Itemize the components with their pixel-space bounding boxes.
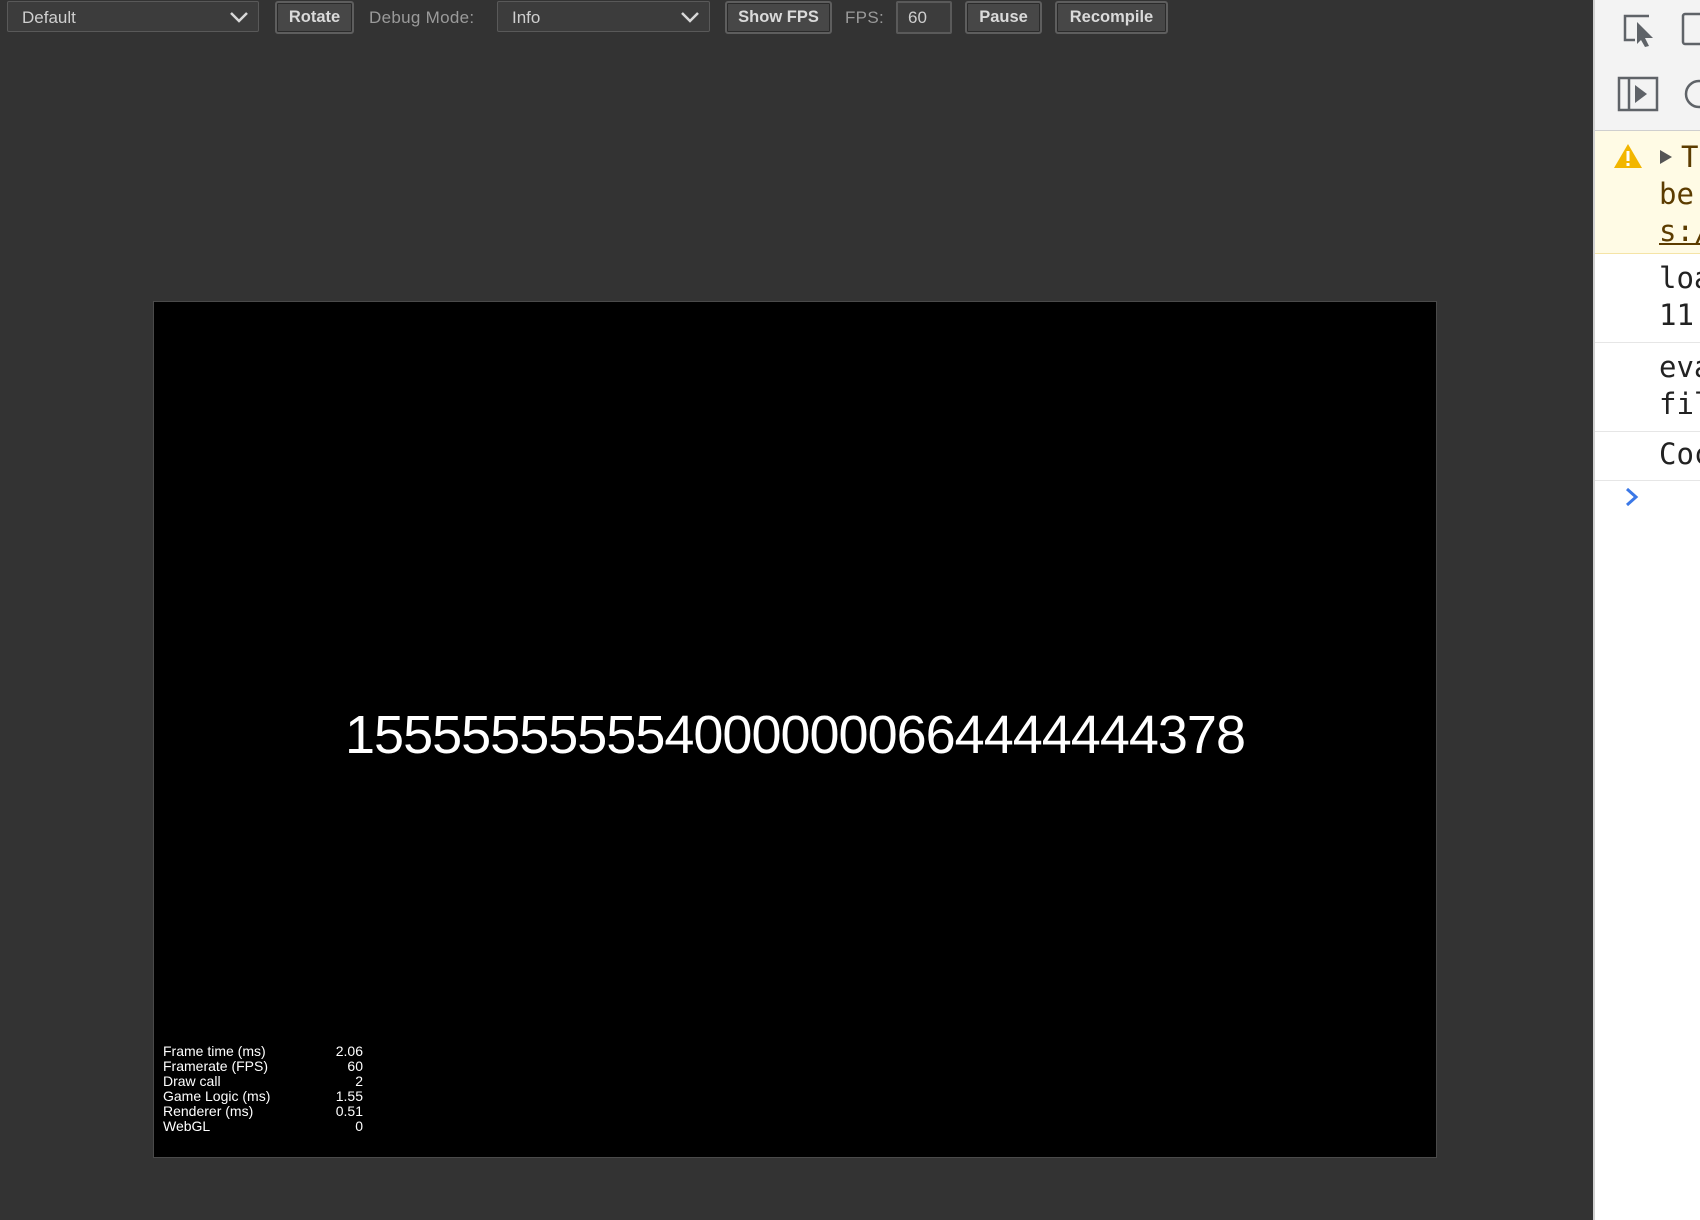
app-window: Default Rotate Debug Mode: Info Show FPS… [0,0,1700,1220]
sidebar-toggle-icon[interactable] [1617,76,1659,112]
recompile-button[interactable]: Recompile [1055,1,1168,34]
stat-value: 2.06 [335,1043,363,1059]
debug-mode-select-value: Info [512,8,541,27]
stat-row: WebGL 0 [163,1119,363,1134]
stat-label: Renderer (ms) [163,1103,254,1119]
stat-label: Game Logic (ms) [163,1088,271,1104]
console-text: eva [1659,350,1700,384]
console-text: Coc [1659,437,1700,471]
score-display: 1555555555540000000664444444378 [345,705,1246,765]
stat-value: 0 [355,1118,363,1134]
clear-console-icon[interactable] [1683,78,1700,110]
stat-label: Draw call [163,1073,221,1089]
stat-value: 0.51 [335,1103,363,1119]
console-log-message[interactable]: eva fil [1595,343,1700,432]
devtools-panel: T be s:/ loa 11. eva fil Coc [1593,0,1700,1220]
rotate-button[interactable]: Rotate [275,1,354,34]
console-text: 11. [1659,298,1700,332]
stat-label: Framerate (FPS) [163,1058,269,1074]
show-fps-button[interactable]: Show FPS [725,1,832,34]
console-text: loa [1659,261,1700,295]
stat-row: Game Logic (ms) 1.55 [163,1089,363,1104]
console-text: fil [1659,387,1700,421]
stat-label: Frame time (ms) [163,1043,266,1059]
fps-input[interactable]: 60 [896,1,952,34]
stat-row: Draw call 2 [163,1074,363,1089]
device-toolbar-icon[interactable] [1681,10,1700,46]
inspect-element-icon[interactable] [1619,8,1659,48]
devtools-toolbar [1595,0,1700,131]
device-select-value: Default [22,8,76,27]
stat-row: Renderer (ms) 0.51 [163,1104,363,1119]
stat-label: WebGL [163,1118,211,1134]
pause-button[interactable]: Pause [965,1,1042,34]
console-warning-message[interactable]: T be s:/ [1595,131,1700,254]
simulator-toolbar: Default Rotate Debug Mode: Info Show FPS… [0,0,1592,36]
stat-row: Framerate (FPS) 60 [163,1059,363,1074]
game-canvas[interactable]: 1555555555540000000664444444378 Frame ti… [153,301,1437,1158]
console-log-message[interactable]: Coc [1595,432,1700,481]
console-text: T [1681,140,1699,174]
console-text: be [1659,177,1694,211]
fps-label: FPS: [845,8,884,27]
console-link[interactable]: s:/ [1659,213,1700,250]
stat-row: Frame time (ms) 2.06 [163,1044,363,1059]
stat-value: 60 [347,1058,363,1074]
chevron-down-icon [230,12,248,23]
debug-mode-label: Debug Mode: [369,8,475,27]
device-select[interactable]: Default [7,1,259,32]
stat-value: 1.55 [335,1088,363,1104]
profiler-stats: Frame time (ms) 2.06 Framerate (FPS) 60 Dr… [163,1044,363,1134]
stat-value: 2 [355,1073,363,1089]
warning-icon [1614,144,1642,168]
expand-triangle-icon[interactable] [1659,149,1673,165]
console-log-message[interactable]: loa 11. [1595,254,1700,343]
debug-mode-select[interactable]: Info [497,1,710,32]
chevron-down-icon [681,12,699,23]
console-prompt-icon[interactable] [1623,486,1641,508]
